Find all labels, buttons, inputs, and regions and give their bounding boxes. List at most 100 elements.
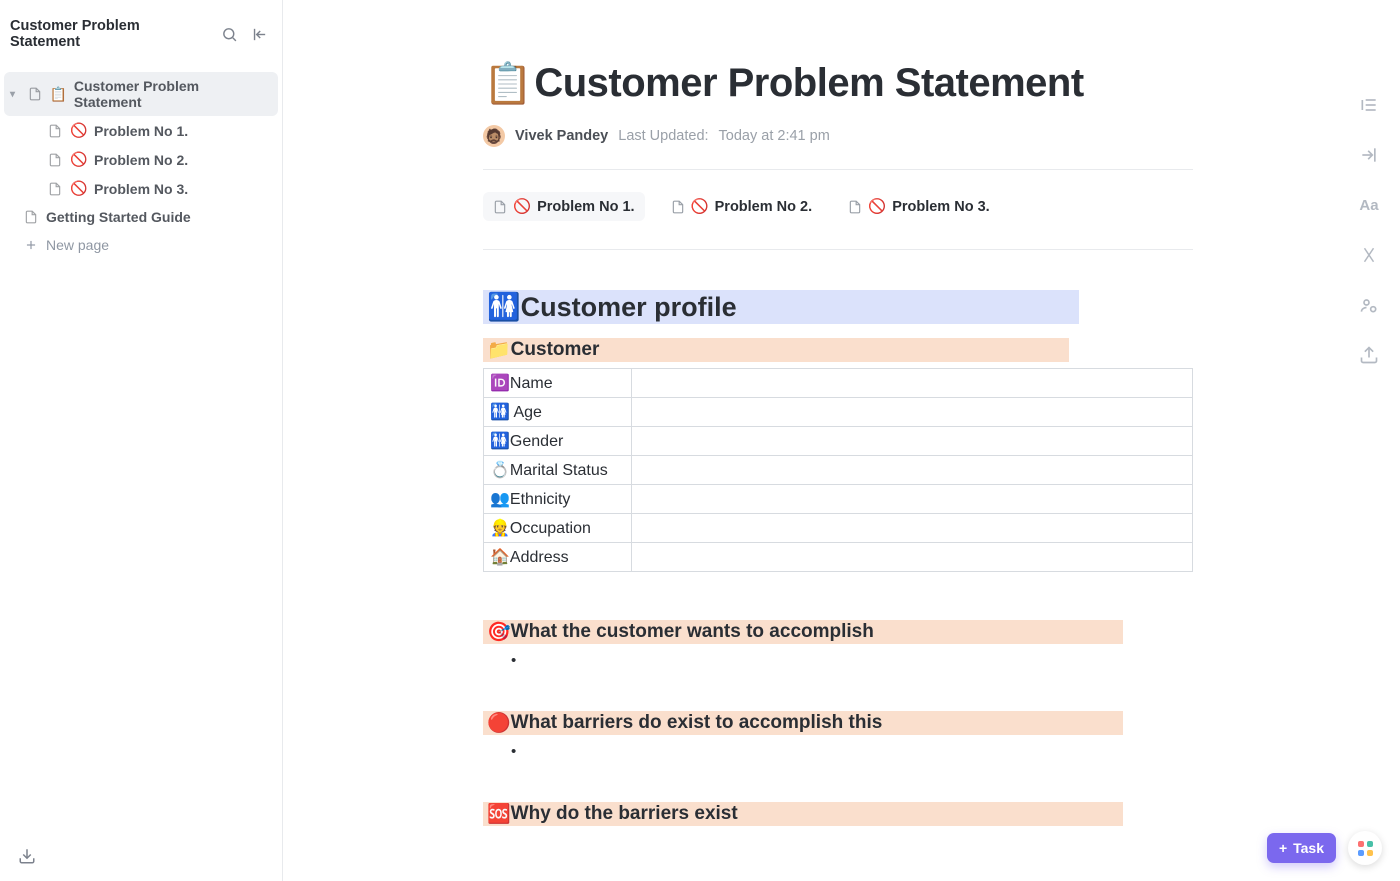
heading-why-barriers[interactable]: 🆘 Why do the barriers exist	[483, 802, 1123, 826]
last-updated-value: Today at 2:41 pm	[719, 128, 830, 144]
sidebar-item-customer-problem-statement[interactable]: ▾ 📋 Customer Problem Statement	[4, 72, 278, 116]
row-value-cell[interactable]	[632, 456, 1193, 485]
author-name[interactable]: Vivek Pandey	[515, 128, 608, 144]
share-icon[interactable]	[1356, 292, 1382, 318]
bullet-item[interactable]: •	[511, 652, 1193, 669]
table-row: 🆔Name	[484, 369, 1193, 398]
sidebar-item-label: Customer Problem Statement	[74, 78, 270, 110]
page-icon	[48, 182, 64, 196]
apps-button[interactable]	[1348, 831, 1382, 865]
outline-icon[interactable]	[1356, 92, 1382, 118]
sidebar: Customer Problem Statement ▾ 📋 Customer …	[0, 0, 283, 881]
new-page-button[interactable]: New page	[4, 231, 278, 259]
page-icon	[48, 124, 64, 138]
row-value-cell[interactable]	[632, 398, 1193, 427]
ai-icon[interactable]	[1356, 242, 1382, 268]
table-row: 🏠Address	[484, 543, 1193, 572]
heading-text: Why do the barriers exist	[511, 803, 738, 825]
page-icon	[28, 87, 44, 101]
chip-problem-2[interactable]: 🚫 Problem No 2.	[661, 192, 823, 221]
row-label-cell[interactable]: 🆔Name	[484, 369, 632, 398]
prohibited-emoji: 🚫	[868, 198, 886, 215]
table-row: 👥Ethnicity	[484, 485, 1193, 514]
chip-label: Problem No 1.	[537, 199, 635, 215]
heading-text: Customer profile	[521, 292, 737, 323]
prohibited-emoji: 🚫	[70, 180, 88, 197]
plus-icon	[24, 238, 40, 252]
prohibited-emoji: 🚫	[70, 122, 88, 139]
chip-label: Problem No 2.	[715, 199, 813, 215]
row-label-cell[interactable]: 🏠Address	[484, 543, 632, 572]
main-content: 📋 Customer Problem Statement 🧔🏽 Vivek Pa…	[283, 0, 1400, 881]
new-task-button[interactable]: + Task	[1267, 833, 1336, 863]
prohibited-emoji: 🚫	[691, 198, 709, 215]
table-row: 💍Marital Status	[484, 456, 1193, 485]
collapse-sidebar-icon[interactable]	[248, 23, 270, 45]
sidebar-header: Customer Problem Statement	[0, 0, 282, 68]
doc-title[interactable]: 📋 Customer Problem Statement	[483, 60, 1193, 107]
table-row: 🚻 Age	[484, 398, 1193, 427]
heading-text: What the customer wants to accomplish	[511, 621, 874, 643]
folder-emoji: 📁	[487, 338, 511, 362]
table-row: 👷Occupation	[484, 514, 1193, 543]
row-label-cell[interactable]: 💍Marital Status	[484, 456, 632, 485]
row-label-cell[interactable]: 🚻 Age	[484, 398, 632, 427]
export-icon[interactable]	[1356, 342, 1382, 368]
doc-title-text: Customer Problem Statement	[534, 61, 1083, 106]
subpage-chips: 🚫 Problem No 1. 🚫 Problem No 2. 🚫 Proble…	[483, 192, 1193, 221]
row-label-cell[interactable]: 👥Ethnicity	[484, 485, 632, 514]
floating-actions: + Task	[1267, 831, 1382, 865]
clipboard-emoji: 📋	[50, 86, 68, 103]
page-icon	[848, 200, 862, 214]
sidebar-item-label: Problem No 3.	[94, 181, 188, 197]
prohibited-emoji: 🚫	[513, 198, 531, 215]
chip-problem-1[interactable]: 🚫 Problem No 1.	[483, 192, 645, 221]
typography-icon[interactable]: Aa	[1356, 192, 1382, 218]
heading-customer-profile[interactable]: 🚻 Customer profile	[483, 290, 1079, 324]
import-icon[interactable]	[16, 845, 38, 867]
bullet-item[interactable]: •	[511, 743, 1193, 760]
chip-label: Problem No 3.	[892, 199, 990, 215]
apps-grid-icon	[1358, 841, 1373, 856]
divider	[483, 169, 1193, 170]
heading-barriers[interactable]: 🔴 What barriers do exist to accomplish t…	[483, 711, 1123, 735]
sidebar-item-problem-1[interactable]: 🚫 Problem No 1.	[4, 116, 278, 145]
divider	[483, 249, 1193, 250]
heading-accomplish[interactable]: 🎯 What the customer wants to accomplish	[483, 620, 1123, 644]
search-icon[interactable]	[218, 23, 240, 45]
heading-text: What barriers do exist to accomplish thi…	[511, 712, 883, 734]
table-row: 🚻Gender	[484, 427, 1193, 456]
row-value-cell[interactable]	[632, 543, 1193, 572]
row-value-cell[interactable]	[632, 514, 1193, 543]
row-label-cell[interactable]: 👷Occupation	[484, 514, 632, 543]
sidebar-item-problem-3[interactable]: 🚫 Problem No 3.	[4, 174, 278, 203]
page-icon	[24, 210, 40, 224]
sidebar-item-getting-started[interactable]: Getting Started Guide	[4, 203, 278, 231]
sidebar-item-problem-2[interactable]: 🚫 Problem No 2.	[4, 145, 278, 174]
sidebar-item-label: Problem No 2.	[94, 152, 188, 168]
right-toolbar: Aa	[1338, 0, 1400, 881]
chip-problem-3[interactable]: 🚫 Problem No 3.	[838, 192, 1000, 221]
restroom-emoji: 🚻	[487, 291, 521, 323]
doc-meta: 🧔🏽 Vivek Pandey Last Updated: Today at 2…	[483, 125, 1193, 147]
row-value-cell[interactable]	[632, 369, 1193, 398]
sidebar-item-label: Problem No 1.	[94, 123, 188, 139]
target-emoji: 🎯	[487, 620, 511, 644]
row-value-cell[interactable]	[632, 485, 1193, 514]
row-label-cell[interactable]: 🚻Gender	[484, 427, 632, 456]
caret-down-icon[interactable]: ▾	[10, 89, 22, 100]
prohibited-emoji: 🚫	[70, 151, 88, 168]
heading-text: Customer	[511, 339, 600, 361]
page-icon	[671, 200, 685, 214]
red-circle-emoji: 🔴	[487, 711, 511, 735]
author-avatar[interactable]: 🧔🏽	[483, 125, 505, 147]
heading-customer[interactable]: 📁 Customer	[483, 338, 1069, 362]
plus-icon: +	[1279, 840, 1287, 856]
task-button-label: Task	[1293, 840, 1324, 856]
expand-icon[interactable]	[1356, 142, 1382, 168]
page-icon	[493, 200, 507, 214]
new-page-label: New page	[46, 237, 109, 253]
last-updated-label: Last Updated:	[618, 128, 708, 144]
row-value-cell[interactable]	[632, 427, 1193, 456]
workspace-title: Customer Problem Statement	[10, 18, 210, 50]
